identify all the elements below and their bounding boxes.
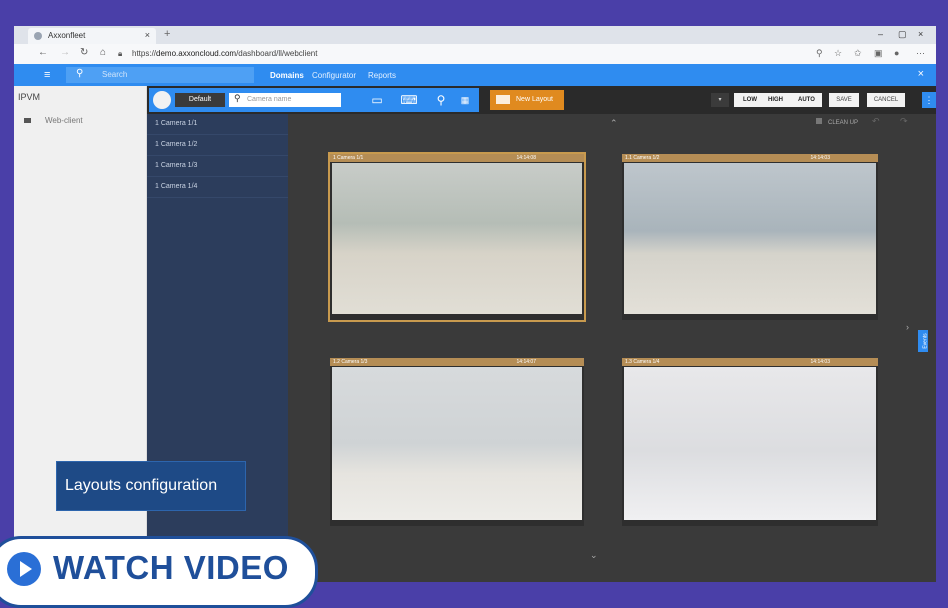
camera-list-item[interactable]: 1 Camera 1/3 [147, 156, 288, 177]
address-bar: ← → ↻ ⌂ 🔒︎ https://demo.axxoncloud.com/d… [14, 44, 936, 65]
search-icon: ⚲ [76, 68, 84, 79]
sidebar-item-web-client[interactable]: Web-client [24, 116, 83, 125]
camera-feed [332, 163, 582, 314]
menu-reports[interactable]: Reports [368, 71, 396, 80]
quality-low[interactable]: LOW [743, 93, 757, 107]
minimize-button[interactable]: – [878, 29, 883, 39]
profile-icon[interactable]: ● [894, 48, 899, 58]
toolbar-more-button[interactable]: ⋮ [922, 92, 936, 108]
grid-icon[interactable]: ▦ [455, 92, 475, 108]
zoom-icon[interactable]: ⚲ [816, 48, 823, 59]
tile-camera-name: 1 Camera 1/1 [333, 155, 364, 161]
layout-icon [496, 95, 510, 104]
close-window-button[interactable]: × [918, 29, 923, 39]
favicon-icon [34, 32, 42, 40]
camera-feed [624, 163, 876, 314]
camera-icon [24, 118, 31, 124]
camera-tile[interactable]: 1 Camera 1/1 14:14:08 [328, 152, 586, 322]
camera-tile[interactable]: 1.3 Camera 1/4 14:14:03 [622, 358, 878, 526]
camera-feed [624, 367, 876, 520]
new-layout-button[interactable]: New Layout [490, 90, 564, 110]
caption-text: Layouts configuration [65, 477, 218, 494]
default-layout-button[interactable]: Default [175, 93, 225, 107]
favorite-star-icon[interactable]: ☆ [834, 48, 842, 59]
monitor-icon[interactable]: ▭ [367, 92, 387, 108]
favorites-icon[interactable]: ✩ [854, 48, 862, 59]
play-icon [7, 552, 41, 586]
cleanup-icon [816, 118, 822, 124]
close-app-icon[interactable]: × [918, 68, 924, 80]
scroll-up-icon[interactable]: ⌃ [610, 118, 618, 129]
search-icon: ⚲ [234, 93, 241, 103]
hamburger-icon[interactable]: ≡ [44, 69, 50, 81]
tile-header: 1.1 Camera 1/2 14:14:03 [622, 154, 878, 162]
menu-domains[interactable]: Domains [270, 71, 304, 80]
refresh-icon[interactable]: ↻ [80, 47, 88, 58]
tab-close-icon[interactable]: × [145, 30, 150, 40]
video-caption: Layouts configuration [56, 461, 246, 511]
back-icon[interactable]: ← [38, 47, 48, 58]
tile-timestamp: 14:14:03 [810, 359, 830, 365]
undo-icon[interactable]: ↶ [872, 116, 880, 127]
tile-camera-name: 1.3 Camera 1/4 [625, 359, 660, 365]
new-tab-button[interactable]: + [164, 28, 170, 40]
new-layout-label: New Layout [516, 96, 553, 103]
sidebar-item-label: Web-client [45, 116, 83, 125]
browser-tab[interactable]: Axxonfleet × [28, 28, 156, 44]
quality-high[interactable]: HIGH [768, 93, 783, 107]
tile-timestamp: 14:14:03 [810, 155, 830, 161]
camera-search-placeholder: Camera name [247, 96, 292, 103]
camera-list-item[interactable]: 1 Camera 1/2 [147, 135, 288, 156]
quality-auto[interactable]: AUTO [798, 93, 815, 107]
collections-icon[interactable]: ▣ [874, 48, 883, 59]
layout-grid: ⌃ CLEAN UP ↶ ↷ 1 Camera 1/1 14:14:08 1.1… [288, 114, 936, 582]
keyboard-icon[interactable]: ⌨ [399, 92, 419, 108]
watch-video-label: WATCH VIDEO [53, 549, 289, 586]
maximize-button[interactable]: ▢ [898, 29, 907, 40]
camera-tile[interactable]: 1.2 Camera 1/3 14:14:07 [330, 358, 584, 526]
forward-icon[interactable]: → [60, 47, 70, 58]
camera-tile[interactable]: 1.1 Camera 1/2 14:14:03 [622, 154, 878, 320]
tile-timestamp: 14:14:08 [516, 155, 536, 161]
more-icon[interactable]: ⋯ [916, 48, 925, 59]
url-field[interactable]: https://demo.axxoncloud.com/dashboard/ll… [132, 49, 317, 58]
expand-right-icon[interactable]: › [906, 322, 909, 332]
browser-tab-bar: Axxonfleet × + – ▢ × [14, 26, 936, 44]
camera-feed [332, 367, 582, 520]
tile-header: 1 Camera 1/1 14:14:08 [330, 154, 584, 162]
camera-search-input[interactable]: ⚲ Camera name [229, 93, 341, 107]
sidebar-section-title: IPVM [18, 92, 41, 102]
scroll-down-icon[interactable]: ⌄ [590, 550, 598, 561]
menu-configurator[interactable]: Configurator [312, 71, 356, 80]
layout-toolbar: Default ⚲ Camera name ▭ ⌨ ⚲ ▦ New Layout… [147, 86, 936, 114]
redo-icon[interactable]: ↷ [900, 116, 908, 127]
zoom-search-icon[interactable]: ⚲ [431, 92, 451, 108]
tile-header: 1.3 Camera 1/4 14:14:03 [622, 358, 878, 366]
camera-list-item[interactable]: 1 Camera 1/4 [147, 177, 288, 198]
home-icon[interactable]: ⌂ [100, 47, 106, 58]
tile-header: 1.2 Camera 1/3 14:14:07 [330, 358, 584, 366]
cancel-button[interactable]: CANCEL [867, 93, 905, 107]
tab-title: Axxonfleet [48, 31, 86, 40]
frame-top-border [14, 0, 936, 26]
search-placeholder: Search [102, 70, 128, 79]
events-side-tab[interactable]: Events [918, 330, 929, 352]
lock-icon: 🔒︎ [118, 49, 123, 58]
camera-list-item[interactable]: 1 Camera 1/1 [147, 114, 288, 135]
tile-camera-name: 1.2 Camera 1/3 [333, 359, 368, 365]
tile-camera-name: 1.1 Camera 1/2 [625, 155, 660, 161]
app-header: ≡ ⚲ Search Domains Configurator Reports … [14, 64, 936, 86]
layout-hex-icon[interactable] [153, 91, 171, 109]
cleanup-button[interactable]: CLEAN UP [816, 118, 858, 126]
watch-video-button[interactable]: WATCH VIDEO [0, 536, 318, 608]
layout-toolbar-left: Default ⚲ Camera name ▭ ⌨ ⚲ ▦ [149, 88, 479, 112]
global-search[interactable]: ⚲ Search [66, 67, 254, 83]
save-button[interactable]: SAVE [829, 93, 859, 107]
tile-timestamp: 14:14:07 [516, 359, 536, 365]
quality-dropdown[interactable]: ▾ [711, 93, 729, 107]
quality-selector: LOW HIGH AUTO [734, 93, 822, 107]
